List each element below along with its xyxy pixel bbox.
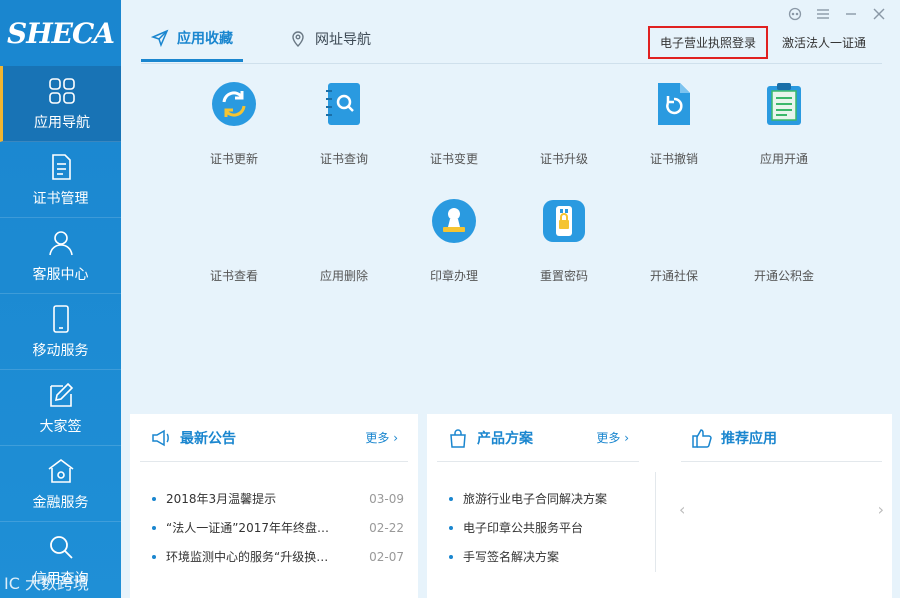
tab-url-nav[interactable]: 网址导航 xyxy=(279,22,381,62)
panel-title: 推荐应用 xyxy=(721,430,777,447)
close-icon[interactable] xyxy=(872,6,886,22)
list-item[interactable]: 旅游行业电子合同解决方案 xyxy=(449,484,635,513)
file-undo-icon xyxy=(658,83,690,125)
refresh-icon xyxy=(212,82,256,126)
app-label: 证书升级 xyxy=(539,152,588,166)
sidebar-item-label: 客服中心 xyxy=(32,266,89,283)
panel-title: 最新公告 xyxy=(180,430,236,447)
app-label: 证书查看 xyxy=(209,269,258,283)
paper-plane-icon xyxy=(151,29,169,47)
app-cert-change[interactable]: 证书变更 xyxy=(399,80,509,185)
search-icon xyxy=(49,536,73,559)
prev-arrow-icon[interactable]: ‹ xyxy=(679,500,685,519)
app-label: 重置密码 xyxy=(539,269,588,283)
menu-icon[interactable] xyxy=(816,6,830,22)
app-cert-query[interactable]: 证书查询 xyxy=(289,80,399,185)
book-search-icon xyxy=(326,83,360,125)
panel-header: 产品方案 更多 › xyxy=(437,414,639,462)
activate-link[interactable]: 激活法人一证通 xyxy=(774,28,874,57)
mobile-icon xyxy=(52,304,69,333)
sidebar-item-service-center[interactable]: 客服中心 xyxy=(0,218,121,294)
app-label: 证书更新 xyxy=(209,152,258,166)
app-label: 开通公积金 xyxy=(753,269,814,283)
app-reset-password[interactable]: 重置密码 xyxy=(509,197,619,302)
sidebar-item-app-nav[interactable]: 应用导航 xyxy=(0,66,121,142)
announcement-list: 2018年3月温馨提示 03-09 “法人一证通”2017年年终盘… 02-22 环… xyxy=(130,462,418,571)
list-item[interactable]: 2018年3月温馨提示 03-09 xyxy=(152,484,404,513)
usb-key-icon xyxy=(543,200,585,242)
top-links: 电子营业执照登录 激活法人一证通 xyxy=(647,26,874,59)
list-item[interactable]: 手写签名解决方案 xyxy=(449,542,635,571)
watermark: IC 大数跨境 xyxy=(4,574,89,593)
app-label: 证书变更 xyxy=(429,152,478,166)
document-icon xyxy=(51,153,71,180)
panel-header: 推荐应用 xyxy=(681,414,882,462)
divider xyxy=(655,472,656,572)
sidebar-item-label: 金融服务 xyxy=(32,494,89,511)
megaphone-icon xyxy=(152,429,169,446)
list-item[interactable]: “法人一证通”2017年年终盘… 02-22 xyxy=(152,513,404,542)
sidebar-item-cert-mgmt[interactable]: 证书管理 xyxy=(0,142,121,218)
app-app-open[interactable]: 应用开通 xyxy=(729,80,839,185)
app-label: 证书撤销 xyxy=(649,152,698,166)
sidebar: SHECA 应用导航 证书管理 客服中心 移动服务 大家签 金融服务 信用查询 … xyxy=(0,0,121,598)
app-cert-update[interactable]: 证书更新 xyxy=(179,80,289,185)
support-icon[interactable] xyxy=(788,6,802,22)
sidebar-item-label: 大家签 xyxy=(39,418,82,435)
pen-icon xyxy=(49,382,73,407)
main-area: 应用收藏 网址导航 电子营业执照登录 激活法人一证通 证书更新 证书查询 证书变… xyxy=(121,0,900,598)
sidebar-item-label: 移动服务 xyxy=(32,342,89,359)
stamp-icon xyxy=(432,199,476,243)
announcements-panel: 最新公告 更多 › 2018年3月温馨提示 03-09 “法人一证通”2017年年… xyxy=(130,414,418,598)
product-list: 旅游行业电子合同解决方案 电子印章公共服务平台 手写签名解决方案 xyxy=(427,462,649,571)
window-controls xyxy=(788,6,886,22)
app-cert-view[interactable]: 证书查看 xyxy=(179,197,289,302)
list-item[interactable]: 电子印章公共服务平台 xyxy=(449,513,635,542)
app-seal[interactable]: 印章办理 xyxy=(399,197,509,302)
bank-icon xyxy=(48,458,73,483)
app-label: 印章办理 xyxy=(429,269,478,283)
sidebar-item-label: 证书管理 xyxy=(32,190,89,207)
tab-app-favorites[interactable]: 应用收藏 xyxy=(141,22,243,62)
app-label: 应用开通 xyxy=(759,152,808,166)
sheca-logo: SHECA xyxy=(0,0,121,66)
minimize-icon[interactable] xyxy=(844,6,858,22)
sidebar-item-label: 应用导航 xyxy=(34,114,90,131)
app-housing-fund[interactable]: 开通公积金 xyxy=(729,197,839,302)
logo-text: SHECA xyxy=(6,16,115,50)
panel-header: 最新公告 更多 › xyxy=(140,414,408,462)
sidebar-item-finance[interactable]: 金融服务 xyxy=(0,446,121,522)
thumbs-up-icon xyxy=(692,428,712,448)
list-item[interactable]: 环境监测中心的服务“升级换… 02-07 xyxy=(152,542,404,571)
app-cert-revoke[interactable]: 证书撤销 xyxy=(619,80,729,185)
sidebar-item-mobile[interactable]: 移动服务 xyxy=(0,294,121,370)
next-arrow-icon[interactable]: › xyxy=(878,500,884,519)
app-label: 应用删除 xyxy=(319,269,368,283)
app-social-security[interactable]: 开通社保 xyxy=(619,197,729,302)
app-grid: 证书更新 证书查询 证书变更 证书升级 证书撤销 应用开通 证书查看 应用删除 … xyxy=(179,80,839,302)
panel-title: 产品方案 xyxy=(477,430,533,447)
app-label: 证书查询 xyxy=(319,152,368,166)
location-pin-icon xyxy=(292,31,304,47)
shopping-bag-icon xyxy=(450,428,466,448)
app-cert-upgrade[interactable]: 证书升级 xyxy=(509,80,619,185)
more-link[interactable]: 更多 › xyxy=(596,429,629,446)
license-login-link[interactable]: 电子营业执照登录 xyxy=(647,26,768,59)
sidebar-item-dajiaqian[interactable]: 大家签 xyxy=(0,370,121,446)
clipboard-icon xyxy=(767,83,801,125)
products-panel: 产品方案 更多 › 旅游行业电子合同解决方案 电子印章公共服务平台 手写签名解决… xyxy=(427,414,892,598)
app-app-delete[interactable]: 应用删除 xyxy=(289,197,399,302)
grid-icon xyxy=(49,77,75,104)
user-icon xyxy=(48,230,73,255)
more-link[interactable]: 更多 › xyxy=(365,429,398,446)
tab-label: 应用收藏 xyxy=(177,30,233,47)
tab-label: 网址导航 xyxy=(315,32,371,48)
app-label: 开通社保 xyxy=(649,269,698,283)
